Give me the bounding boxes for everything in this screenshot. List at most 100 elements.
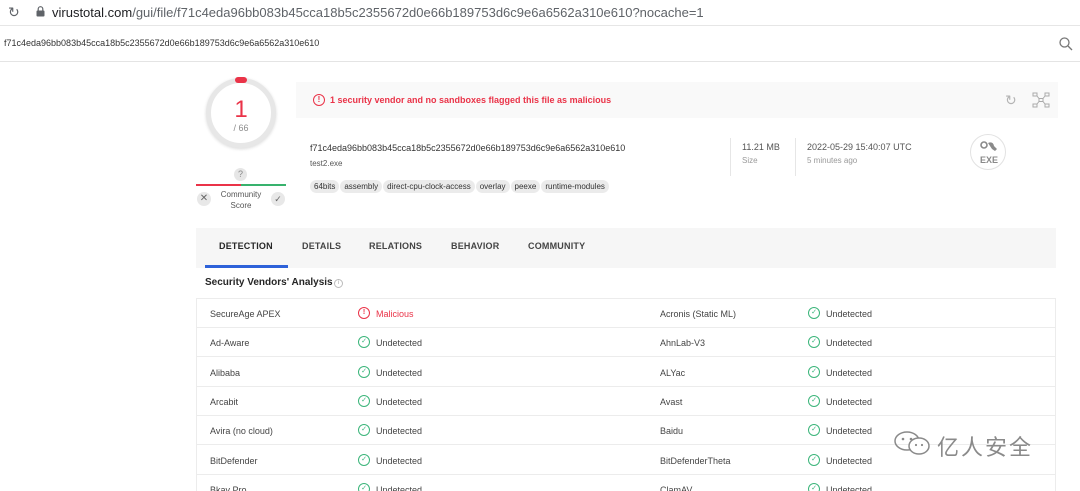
check-circle-icon: ✓ xyxy=(808,482,820,491)
tab-relations[interactable]: RELATIONS xyxy=(369,241,422,251)
reanalyze-icon[interactable]: ↻ xyxy=(1005,92,1017,109)
downvote-button[interactable]: ✕ xyxy=(197,192,211,206)
file-name: test2.exe xyxy=(310,159,343,168)
check-circle-icon: ✓ xyxy=(808,453,820,466)
community-unknown-badge: ? xyxy=(234,168,247,181)
detection-result-label: Undetected xyxy=(376,338,423,349)
analysis-heading: Security Vendors' Analysis xyxy=(205,277,333,288)
file-tag[interactable]: overlay xyxy=(475,180,510,193)
reload-icon[interactable]: ↻ xyxy=(8,4,20,21)
watermark: 亿人安全 xyxy=(893,428,1053,461)
info-icon[interactable]: i xyxy=(334,279,343,288)
score-ring-marker xyxy=(235,77,247,83)
detection-result-label: Undetected xyxy=(376,426,423,437)
search-input[interactable]: f71c4eda96bb083b45cca18b5c2355672d0e66b1… xyxy=(4,38,319,48)
file-tags: 64bits assembly direct-cpu-clock-access ove… xyxy=(310,176,610,194)
vendor-name: Acronis (Static ML) xyxy=(660,309,737,319)
check-circle-icon: ✓ xyxy=(358,394,370,407)
vendor-name: Avira (no cloud) xyxy=(210,426,273,437)
check-circle-icon: ✓ xyxy=(358,453,370,466)
file-size: 11.21 MB xyxy=(742,142,780,152)
divider xyxy=(730,138,731,176)
tab-community[interactable]: COMMUNITY xyxy=(528,241,585,251)
file-hash[interactable]: f71c4eda96bb083b45cca18b5c2355672d0e66b1… xyxy=(310,143,625,153)
lock-icon xyxy=(36,6,45,17)
community-score-bar xyxy=(196,184,286,186)
community-score-label: Community Score xyxy=(214,189,268,211)
detection-result-label: Undetected xyxy=(376,484,423,491)
file-tag[interactable]: direct-cpu-clock-access xyxy=(383,180,475,193)
table-row: Arcabit ✓ Undetected Avast ✓ Undetected xyxy=(197,387,1055,416)
file-tag[interactable]: runtime-modules xyxy=(541,180,609,193)
detection-result-label: Undetected xyxy=(826,396,873,407)
upvote-button[interactable]: ✓ xyxy=(271,192,285,206)
check-circle-icon: ✓ xyxy=(358,365,370,378)
malicious-icon: ! xyxy=(358,307,370,319)
detection-result-label: Undetected xyxy=(826,367,873,378)
file-info-card: f71c4eda96bb083b45cca18b5c2355672d0e66b1… xyxy=(296,118,1058,208)
vendor-name: Bkav Pro xyxy=(210,484,247,491)
table-row: Ad-Aware ✓ Undetected AhnLab-V3 ✓ Undetected xyxy=(197,328,1055,358)
file-tag[interactable]: 64bits xyxy=(310,180,340,193)
vendor-name: AhnLab-V3 xyxy=(660,338,706,349)
detection-result-label: Malicious xyxy=(376,309,414,319)
exe-file-icon: EXE xyxy=(980,141,998,165)
alert-message: 1 security vendor and no sandboxes flagg… xyxy=(330,95,612,105)
tab-details[interactable]: DETAILS xyxy=(302,241,341,251)
watermark-text: 亿人安全 xyxy=(937,436,1034,461)
vendor-name: Avast xyxy=(660,396,683,407)
vendor-name: BitDefender xyxy=(210,455,258,466)
detection-result-label: Undetected xyxy=(376,367,423,378)
vendor-name: ClamAV xyxy=(660,484,693,491)
divider xyxy=(795,138,796,176)
alert-icon: ! xyxy=(313,94,325,106)
check-circle-icon: ✓ xyxy=(808,307,820,319)
alert-banner: ! 1 security vendor and no sandboxes fla… xyxy=(296,82,1058,118)
tab-bar: DETECTION DETAILS RELATIONS BEHAVIOR COM… xyxy=(196,228,1056,268)
tab-detection[interactable]: DETECTION xyxy=(219,241,273,251)
check-circle-icon: ✓ xyxy=(358,336,370,349)
engines-total: / 66 xyxy=(233,123,249,133)
table-row: Alibaba ✓ Undetected ALYac ✓ Undetected xyxy=(197,358,1055,387)
vendor-name: SecureAge APEX xyxy=(210,309,281,319)
detection-result-label: Undetected xyxy=(826,338,873,349)
address-url[interactable]: virustotal.com/gui/file/f71c4eda96bb083b… xyxy=(52,5,704,20)
file-tag[interactable]: assembly xyxy=(340,180,383,193)
detection-result-label: Undetected xyxy=(826,484,873,491)
detection-result-label: Undetected xyxy=(826,426,873,437)
check-circle-icon: ✓ xyxy=(808,394,820,407)
file-tag[interactable]: peexe xyxy=(510,180,541,193)
vendor-name: Ad-Aware xyxy=(210,338,250,349)
file-type-text: EXE xyxy=(980,155,998,165)
last-analysis-relative: 5 minutes ago xyxy=(807,156,858,165)
check-circle-icon: ✓ xyxy=(808,365,820,378)
file-size-label: Size xyxy=(742,156,758,165)
detection-result-label: Undetected xyxy=(826,309,873,319)
wechat-icon xyxy=(894,431,930,455)
check-circle-icon: ✓ xyxy=(358,424,370,437)
detection-result-label: Undetected xyxy=(826,455,873,466)
search-bar: f71c4eda96bb083b45cca18b5c2355672d0e66b1… xyxy=(0,26,1080,62)
vendor-name: Baidu xyxy=(660,426,684,437)
active-tab-indicator xyxy=(205,265,288,268)
last-analysis-date: 2022-05-29 15:40:07 UTC xyxy=(807,142,912,152)
detection-result-label: Undetected xyxy=(376,396,423,407)
score-ring: 1 / 66 xyxy=(206,77,276,148)
vendor-name: Alibaba xyxy=(210,367,241,378)
check-circle-icon: ✓ xyxy=(808,336,820,349)
detections-count: 1 xyxy=(234,96,248,123)
file-type-badge: EXE xyxy=(970,134,1006,170)
vendors-table: SecureAge APEX! Malicious Acronis (Static … xyxy=(196,298,1056,491)
detection-result-label: Undetected xyxy=(376,455,423,466)
vendor-name: ALYac xyxy=(660,367,686,378)
check-circle-icon: ✓ xyxy=(358,482,370,491)
check-circle-icon: ✓ xyxy=(808,424,820,437)
community-label-line1: Community xyxy=(220,190,262,199)
graph-icon[interactable] xyxy=(1032,92,1050,108)
search-icon[interactable] xyxy=(1058,36,1074,52)
vendor-name: Arcabit xyxy=(210,396,239,407)
vendor-name: BitDefenderTheta xyxy=(660,455,731,466)
table-row: Bkav Pro ✓ Undetected ClamAV ✓ Undetected xyxy=(197,475,1055,491)
table-row: SecureAge APEX! Malicious Acronis (Static … xyxy=(197,299,1055,328)
tab-behavior[interactable]: BEHAVIOR xyxy=(451,241,499,251)
